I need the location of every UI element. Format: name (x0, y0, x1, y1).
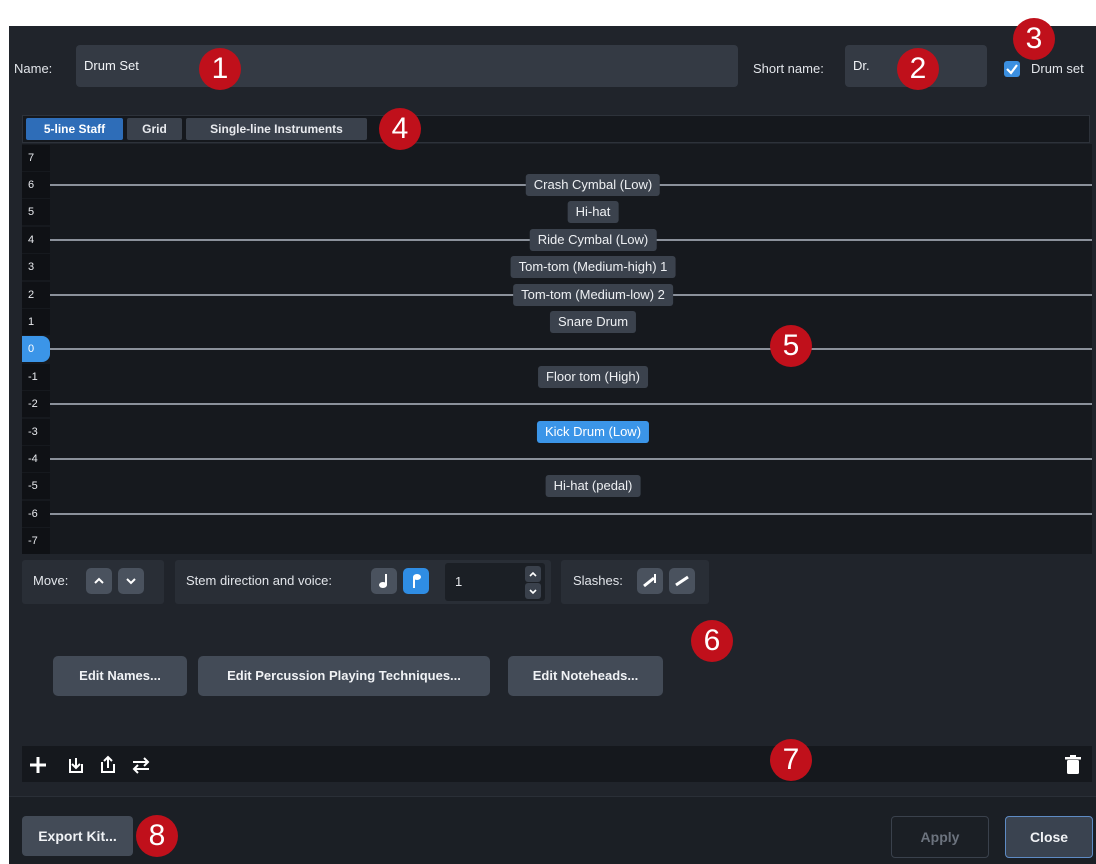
instrument-hi-hat[interactable]: Hi-hat (567, 201, 619, 224)
staff-line (50, 348, 1092, 351)
tab-5-line-staff[interactable]: 5-line Staff (26, 118, 123, 140)
stem-down-button[interactable] (371, 568, 397, 594)
slashes-controls: Slashes: (561, 560, 709, 604)
drum-set-checkbox[interactable] (1004, 61, 1020, 77)
voice-value: 1 (455, 574, 463, 589)
trash-icon[interactable] (1062, 754, 1084, 776)
instrument-tom-tom-medium-low-2[interactable]: Tom-tom (Medium-low) 2 (513, 283, 673, 306)
callout-5: 5 (770, 325, 812, 367)
instrument-hi-hat-pedal[interactable]: Hi-hat (pedal) (545, 475, 641, 498)
instrument-floor-tom-high[interactable]: Floor tom (High) (538, 365, 648, 388)
stem-direction-controls: Stem direction and voice: 1 (175, 560, 551, 604)
export-kit-button[interactable]: Export Kit... (22, 816, 133, 856)
voice-stepper[interactable]: 1 (445, 563, 545, 601)
callout-4: 4 (379, 108, 421, 150)
callout-8: 8 (136, 815, 178, 857)
staff-position--3[interactable]: -3 (22, 418, 50, 445)
slashes-label: Slashes: (573, 573, 623, 588)
staff-position-3[interactable]: 3 (22, 254, 50, 281)
staff-position--6[interactable]: -6 (22, 500, 50, 527)
instrument-tom-tom-medium-high-1[interactable]: Tom-tom (Medium-high) 1 (510, 256, 676, 279)
staff-position-1[interactable]: 1 (22, 308, 50, 335)
swap-icon[interactable] (130, 754, 152, 776)
kit-toolbar (22, 746, 1092, 782)
staff-position--7[interactable]: -7 (22, 528, 50, 555)
edit-noteheads-button[interactable]: Edit Noteheads... (508, 656, 663, 696)
chevron-down-icon (126, 578, 136, 585)
slash-stem-up-button[interactable] (637, 568, 663, 594)
add-icon[interactable] (27, 754, 49, 776)
callout-3: 3 (1013, 18, 1055, 60)
staff-position--5[interactable]: -5 (22, 473, 50, 500)
edit-names-button[interactable]: Edit Names... (53, 656, 187, 696)
chevron-down-icon (529, 589, 537, 595)
slash-stem-icon (643, 574, 656, 588)
short-name-label: Short name: (753, 61, 824, 76)
voice-decrement-button[interactable] (525, 583, 541, 599)
callout-1: 1 (199, 48, 241, 90)
tab-single-line-instruments[interactable]: Single-line Instruments (186, 118, 367, 140)
chevron-up-icon (529, 571, 537, 577)
voice-increment-button[interactable] (525, 566, 541, 582)
staff-line (50, 512, 1092, 515)
move-up-button[interactable] (86, 568, 112, 594)
instrument-ride-cymbal-low[interactable]: Ride Cymbal (Low) (529, 228, 657, 251)
import-icon[interactable] (65, 754, 87, 776)
stem-up-note-icon (413, 574, 421, 588)
slash-no-stem-button[interactable] (669, 568, 695, 594)
name-input[interactable]: Drum Set (76, 45, 738, 87)
staff-editor[interactable]: 7 6 5 4 3 2 1 0 -1 -2 -3 -4 -5 -6 -7 Crash Cymbal (Low)… (22, 144, 1092, 555)
edit-percussion-kit-dialog: Name: Drum Set Short name: Dr. Drum set … (9, 18, 1096, 864)
name-label: Name: (14, 61, 53, 76)
apply-button[interactable]: Apply (891, 816, 989, 858)
edit-playing-techniques-button[interactable]: Edit Percussion Playing Techniques... (198, 656, 490, 696)
move-label: Move: (33, 573, 69, 588)
instrument-kick-drum-low[interactable]: Kick Drum (Low) (536, 420, 650, 443)
staff-position--1[interactable]: -1 (22, 363, 50, 390)
callout-2: 2 (897, 48, 939, 90)
slash-icon (675, 575, 689, 587)
chevron-up-icon (94, 577, 104, 584)
instrument-crash-cymbal-low[interactable]: Crash Cymbal (Low) (525, 173, 661, 196)
staff-position--4[interactable]: -4 (22, 445, 50, 472)
callout-7: 7 (770, 739, 812, 781)
staff-position-6[interactable]: 6 (22, 171, 50, 198)
drum-set-label: Drum set (1031, 61, 1084, 76)
instrument-snare-drum[interactable]: Snare Drum (549, 310, 637, 333)
callout-6: 6 (691, 620, 733, 662)
move-controls: Move: (22, 560, 164, 604)
staff-position-5[interactable]: 5 (22, 199, 50, 226)
stem-down-note-icon (379, 574, 387, 588)
staff-position-7[interactable]: 7 (22, 144, 50, 171)
move-down-button[interactable] (118, 568, 144, 594)
staff-position--2[interactable]: -2 (22, 391, 50, 418)
staff-line (50, 403, 1092, 406)
staff-position-2[interactable]: 2 (22, 281, 50, 308)
checkmark-icon (1006, 64, 1018, 75)
tab-grid[interactable]: Grid (127, 118, 182, 140)
staff-line (50, 457, 1092, 460)
view-tabs: 5-line Staff Grid Single-line Instrument… (22, 115, 1090, 143)
stem-direction-label: Stem direction and voice: (186, 573, 332, 588)
close-button[interactable]: Close (1005, 816, 1093, 858)
export-icon[interactable] (97, 754, 119, 776)
stem-up-button[interactable] (403, 568, 429, 594)
staff-position-4[interactable]: 4 (22, 226, 50, 253)
staff-position-0[interactable]: 0 (22, 336, 50, 363)
